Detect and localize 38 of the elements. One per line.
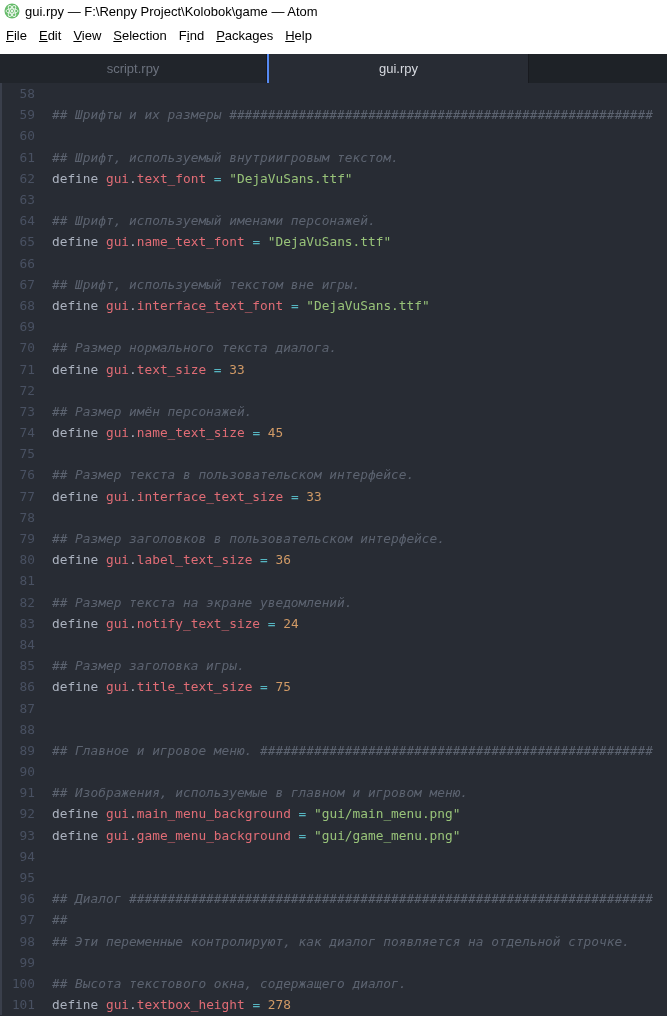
code-line: define gui.text_font = "DejaVuSans.ttf" xyxy=(52,170,353,186)
code-line: define gui.notify_text_size = 24 xyxy=(52,615,299,631)
menu-item[interactable]: Help xyxy=(279,27,318,43)
code-line: define gui.title_text_size = 75 xyxy=(52,679,291,695)
code-comment: ## Размер текста в пользовательском интерфейсе. xyxy=(52,467,415,483)
code-comment: ## xyxy=(52,912,68,928)
code-line: define gui.name_text_size = 45 xyxy=(52,425,284,441)
code-comment: ## Размер имён персонажей. xyxy=(52,403,253,419)
code-line: define gui.main_menu_background = "gui/main_menu.png" xyxy=(52,806,461,822)
menu-item[interactable]: Packages xyxy=(210,27,280,43)
code-comment: ## Шрифты и их размеры ####################################################### xyxy=(52,107,653,123)
code-comment: ## Шрифт, используемый именами персонажей. xyxy=(52,213,376,229)
code-line: define gui.textbox_height = 278 xyxy=(52,997,291,1013)
window-title: gui.rpy — F:\Renpy Project\Kolobok\game — Atom xyxy=(25,3,318,19)
file-tab[interactable]: gui.rpy xyxy=(267,54,529,83)
menu-item[interactable]: File xyxy=(0,27,33,43)
code-comment: ## Эти переменные контролируют, как диалог появляется на отдельной строчке. xyxy=(52,933,630,949)
code-comment: ## Высота текстового окна, содержащего диалог. xyxy=(52,975,407,991)
menu-item[interactable]: Edit xyxy=(32,27,68,43)
code-comment: ## Главное и игровое меню. ################################################### xyxy=(52,742,653,758)
code-line: define gui.label_text_size = 36 xyxy=(52,552,291,568)
code-comment: ## Диалог #################################################################### xyxy=(52,891,653,907)
menu-item[interactable]: Find xyxy=(172,27,211,43)
code-line: define gui.text_size = 33 xyxy=(52,361,245,377)
code-comment: ## Шрифт, используемый текстом вне игры. xyxy=(52,276,361,292)
menu-item[interactable]: View xyxy=(67,27,108,43)
code-line: define gui.game_menu_background = "gui/game_menu.png" xyxy=(52,827,461,843)
code-comment: ## Изображения, используемые в главном и игровом меню. xyxy=(52,785,469,801)
code-comment: ## Размер текста на экране уведомлений. xyxy=(52,594,353,610)
code-line: define gui.name_text_font = "DejaVuSans.ttf" xyxy=(52,234,392,250)
code-line: define gui.interface_text_size = 33 xyxy=(52,488,322,504)
menu-item[interactable]: Selection xyxy=(107,27,173,43)
code-comment: ## Размер заголовка игры. xyxy=(52,658,245,674)
code-comment: ## Размер нормального текста диалога. xyxy=(52,340,338,356)
code-line: define gui.interface_text_font = "DejaVuSans.ttf" xyxy=(52,297,430,313)
code-comment: ## Шрифт, используемый внутриигровым текстом. xyxy=(52,149,399,165)
code-comment: ## Размер заголовков в пользовательском интерфейсе. xyxy=(52,531,445,547)
atom-icon xyxy=(4,3,20,19)
